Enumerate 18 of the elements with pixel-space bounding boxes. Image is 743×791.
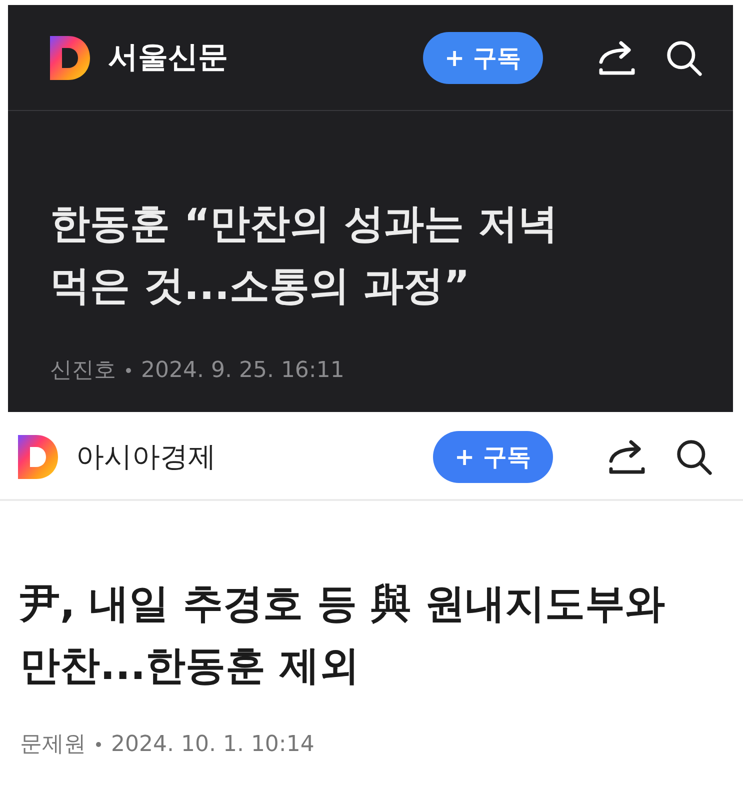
subscribe-button[interactable]: + 구독 [432,431,553,483]
share-icon[interactable] [607,439,647,475]
author-name: 신진호 [50,357,116,385]
headline: 한동훈 “만찬의 성과는 저녁 먹은 것...소통의 과정” [50,200,560,311]
press-name: 서울신문 [108,39,229,77]
search-icon[interactable] [675,438,713,476]
headline: 尹, 내일 추경호 등 與 원내지도부와 만찬...한동훈 제외 [20,580,666,691]
share-icon[interactable] [597,40,637,76]
subscribe-button[interactable]: + 구독 [422,32,543,84]
separator-dot [126,368,131,372]
separator-dot [96,742,101,746]
logo-icon [18,435,58,479]
press-name: 아시아경제 [76,439,217,475]
publish-date: 2024. 10. 1. 10:14 [111,732,314,756]
author-name: 문제원 [20,731,86,759]
search-icon[interactable] [665,38,703,76]
logo-icon [50,36,90,80]
publish-date: 2024. 9. 25. 16:11 [141,358,344,382]
